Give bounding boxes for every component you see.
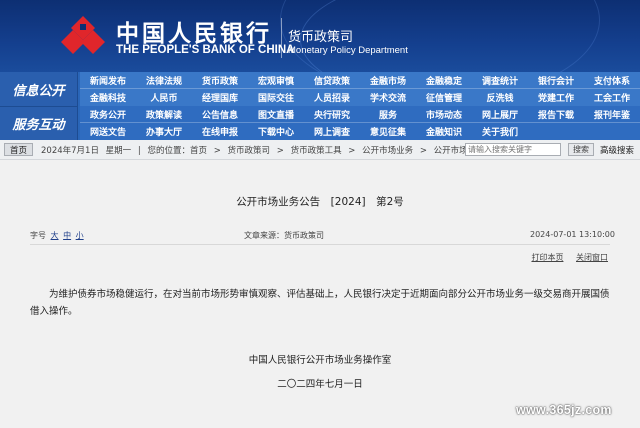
- breadcrumb: 2024年7月1日 星期一 | 您的位置：首页 > 货币政策司 > 货币政策工具…: [41, 144, 506, 156]
- article-datetime: 2024-07-01 13:10:00: [530, 230, 615, 239]
- nav-item[interactable]: 公告信息: [192, 106, 248, 123]
- site-header: 中国人民银行 THE PEOPLE'S BANK OF CHINA 货币政策司 …: [0, 0, 640, 72]
- nav-item[interactable]: 关于我们: [472, 123, 528, 140]
- nav-item[interactable]: 支付体系: [584, 72, 640, 89]
- nav-item[interactable]: 政策解读: [136, 106, 192, 123]
- search-button[interactable]: 搜索: [568, 143, 594, 156]
- nav-item[interactable]: 调查统计: [472, 72, 528, 89]
- nav-item[interactable]: 下载中心: [248, 123, 304, 140]
- breadcrumb-link[interactable]: 货币政策工具: [291, 146, 342, 156]
- breadcrumb-separator: >: [419, 145, 427, 156]
- article-area: 公开市场业务公告 [2024] 第2号 字号 大 中 小 文章来源：货币政策司 …: [0, 160, 640, 428]
- nav-item[interactable]: 新闻发布: [80, 72, 136, 89]
- nav-item[interactable]: 学术交流: [360, 89, 416, 106]
- nav-item[interactable]: 金融稳定: [416, 72, 472, 89]
- nav-item[interactable]: 货币政策: [192, 72, 248, 89]
- site-watermark: www.365jz.com: [516, 403, 612, 417]
- nav-item: [528, 123, 584, 140]
- home-button[interactable]: 首页: [4, 143, 34, 156]
- breadcrumb-separator: >: [348, 145, 356, 156]
- nav-item[interactable]: 人员招录: [304, 89, 360, 106]
- nav-item[interactable]: 图文直播: [248, 106, 304, 123]
- breadcrumb-separator: >: [213, 145, 221, 156]
- nav-item[interactable]: 金融知识: [416, 123, 472, 140]
- nav-item[interactable]: 办事大厅: [136, 123, 192, 140]
- nav-item[interactable]: 人民币: [136, 89, 192, 106]
- nav-info-grid: 新闻发布 法律法规 货币政策 宏观审慎 信贷政策 金融市场 金融稳定 调查统计 …: [80, 72, 640, 106]
- nav-item[interactable]: 报刊年鉴: [584, 106, 640, 123]
- nav-label-info: 信息公开: [0, 72, 78, 106]
- nav-item[interactable]: 经理国库: [192, 89, 248, 106]
- nav-item[interactable]: 网上调查: [304, 123, 360, 140]
- nav-item[interactable]: 市场动态: [416, 106, 472, 123]
- nav-item[interactable]: 反洗钱: [472, 89, 528, 106]
- article-actions: 打印本页 关闭窗口: [521, 252, 608, 263]
- nav-item[interactable]: 工会工作: [584, 89, 640, 106]
- nav-item[interactable]: 金融市场: [360, 72, 416, 89]
- nav-item[interactable]: 党建工作: [528, 89, 584, 106]
- current-date: 2024年7月1日: [41, 145, 99, 156]
- nav-item[interactable]: 在线申报: [192, 123, 248, 140]
- nav-service-grid: 政务公开 政策解读 公告信息 图文直播 央行研究 服务 市场动态 网上展厅 报告…: [80, 106, 640, 140]
- department-name-en: Monetary Policy Department: [288, 45, 408, 56]
- breadcrumb-home-link[interactable]: 您的位置：首页: [147, 146, 207, 156]
- article-source: 文章来源：货币政策司: [244, 231, 324, 240]
- nav-item[interactable]: 信贷政策: [304, 72, 360, 89]
- font-size-label: 字号: [30, 231, 46, 240]
- current-weekday: 星期一: [105, 145, 132, 156]
- department-name-cn: 货币政策司: [288, 30, 354, 45]
- nav-item[interactable]: 银行会计: [528, 72, 584, 89]
- signature-organization: 中国人民银行公开市场业务操作室: [248, 355, 392, 366]
- font-size-selector: 字号 大 中 小: [30, 230, 84, 241]
- nav-item[interactable]: 国际交往: [248, 89, 304, 106]
- breadcrumb-bar: 首页 2024年7月1日 星期一 | 您的位置：首页 > 货币政策司 > 货币政…: [0, 140, 640, 160]
- nav-item[interactable]: 法律法规: [136, 72, 192, 89]
- nav-item[interactable]: 报告下载: [528, 106, 584, 123]
- signature-date: 二〇二四年七月一日: [277, 379, 363, 390]
- divider: [30, 244, 610, 245]
- nav-item[interactable]: 宏观审慎: [248, 72, 304, 89]
- pboc-emblem-icon[interactable]: [60, 14, 106, 60]
- nav-item[interactable]: 意见征集: [360, 123, 416, 140]
- font-size-large[interactable]: 大: [51, 231, 59, 240]
- header-divider: [281, 18, 282, 58]
- breadcrumb-separator: >: [276, 145, 284, 156]
- breadcrumb-link[interactable]: 货币政策司: [228, 146, 271, 156]
- print-page-link[interactable]: 打印本页: [531, 253, 563, 262]
- advanced-search-link[interactable]: 高级搜索: [600, 144, 634, 156]
- font-size-medium[interactable]: 中: [63, 231, 71, 240]
- breadcrumb-separator: |: [137, 145, 141, 156]
- nav-item: [584, 123, 640, 140]
- article-body: 为维护债券市场稳健运行，在对当前市场形势审慎观察、评估基础上，人民银行决定于近期…: [30, 289, 610, 317]
- search-input[interactable]: [465, 143, 561, 156]
- nav-item[interactable]: 政务公开: [80, 106, 136, 123]
- nav-item[interactable]: 央行研究: [304, 106, 360, 123]
- main-navigation: 信息公开 服务互动 新闻发布 法律法规 货币政策 宏观审慎 信贷政策 金融市场 …: [0, 72, 640, 140]
- breadcrumb-link[interactable]: 公开市场业务: [362, 146, 413, 156]
- bank-name-en: THE PEOPLE'S BANK OF CHINA: [116, 44, 295, 56]
- close-window-link[interactable]: 关闭窗口: [576, 253, 608, 262]
- bank-name-cn[interactable]: 中国人民银行: [116, 14, 272, 48]
- nav-item[interactable]: 金融科技: [80, 89, 136, 106]
- nav-item[interactable]: 服务: [360, 106, 416, 123]
- font-size-small[interactable]: 小: [76, 231, 84, 240]
- nav-label-service: 服务互动: [0, 106, 78, 140]
- nav-item[interactable]: 网送文告: [80, 123, 136, 140]
- nav-item[interactable]: 网上展厅: [472, 106, 528, 123]
- article-title: 公开市场业务公告 [2024] 第2号: [236, 196, 404, 208]
- nav-item[interactable]: 征信管理: [416, 89, 472, 106]
